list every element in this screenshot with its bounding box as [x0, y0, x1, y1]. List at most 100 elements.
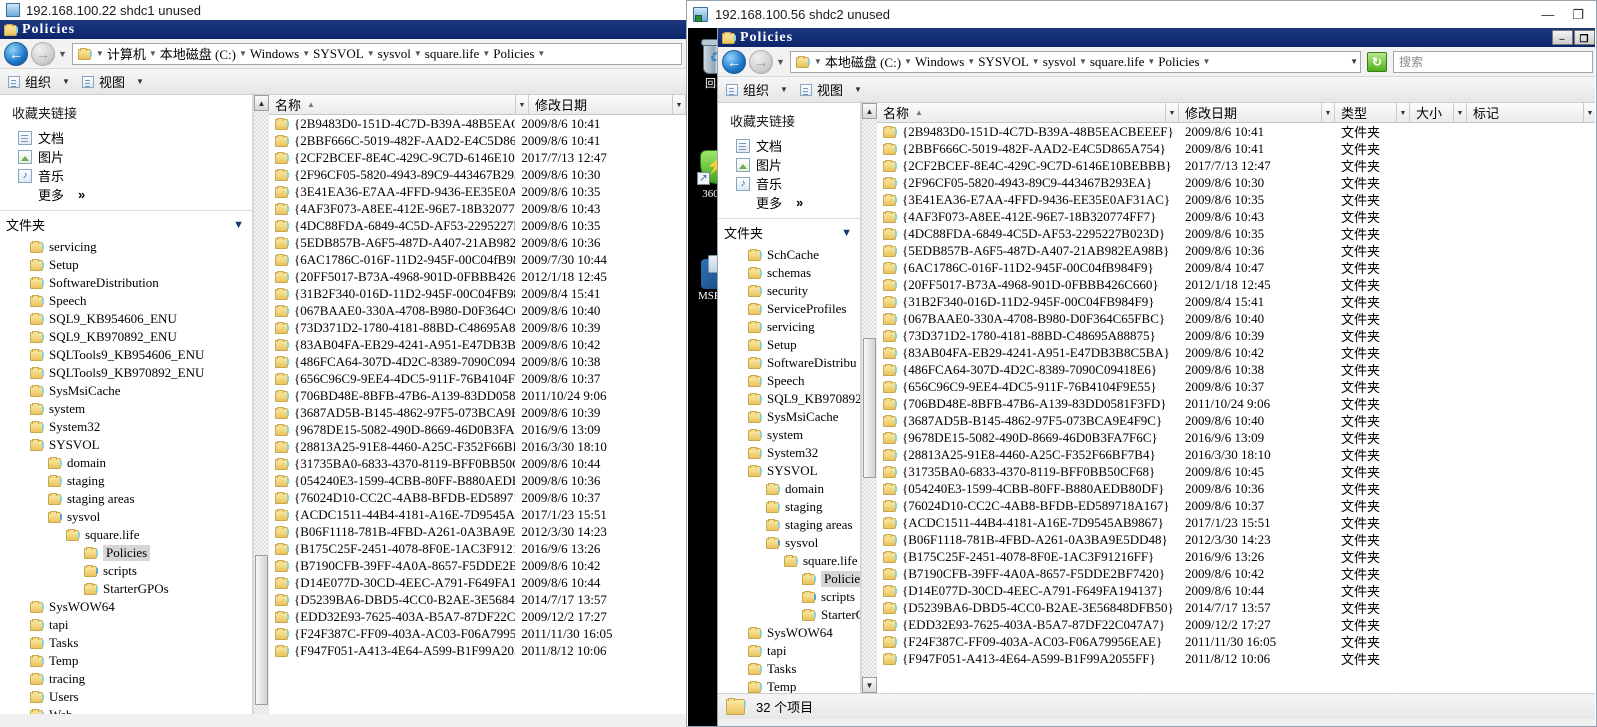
breadcrumb-separator-icon[interactable]: ▼ [536, 49, 546, 58]
table-row[interactable]: {D5239BA6-DBD5-4CC0-B2AE-3E56848DFB50} 20… [269, 591, 686, 608]
table-row[interactable]: {B175C25F-2451-4078-8F0E-1AC3F91216FF} 20… [269, 540, 686, 557]
column-filter-modified-icon[interactable]: ▼ [1321, 103, 1334, 122]
tree-node[interactable]: sysvol [0, 508, 252, 526]
table-row[interactable]: {2CF2BCEF-8E4C-429C-9C7D-6146E10BEBBB} 20… [877, 157, 1595, 174]
address-bar[interactable]: ▼ 本地磁盘 (C:) ▼ Windows ▼ SYSVOL ▼ sysvol ▼ square.… [789, 50, 1361, 73]
address-dropdown-icon[interactable]: ▼ [1346, 57, 1358, 66]
breadcrumb-item[interactable]: square.life [423, 46, 482, 62]
column-filter-name-icon[interactable]: ▼ [515, 95, 528, 114]
right-session-titlebar[interactable]: 192.168.100.56 shdc2 unused — ❐ [687, 1, 1596, 28]
refresh-button[interactable]: ↻ [1367, 51, 1387, 72]
folders-header-row[interactable]: 文件夹 ▼ [0, 211, 252, 238]
breadcrumb-item[interactable]: Policies [1156, 54, 1201, 70]
tree-node[interactable]: domain [0, 454, 252, 472]
table-row[interactable]: {28813A25-91E8-4460-A25C-F352F66BF7B4} 20… [269, 438, 686, 455]
tree-node[interactable]: scripts [718, 588, 860, 606]
favorite-item-more[interactable]: 更多 » [6, 185, 252, 204]
tree-node[interactable]: System32 [0, 418, 252, 436]
breadcrumb-separator-icon[interactable]: ▼ [413, 49, 423, 58]
column-header-tags[interactable]: 标记 ▼ [1467, 103, 1595, 122]
tree-node[interactable]: StarterGPOs [0, 580, 252, 598]
chevron-down-icon[interactable]: ▼ [841, 227, 852, 239]
table-row[interactable]: {706BD48E-8BFB-47B6-A139-83DD0581F3FD} 20… [269, 387, 686, 404]
table-row[interactable]: {2B9483D0-151D-4C7D-B39A-48B5EACBEEEF} 20… [877, 123, 1595, 140]
more-chevrons-icon[interactable]: » [796, 195, 803, 210]
table-row[interactable]: {3E41EA36-E7AA-4FFD-9436-EE35E0AF31AC} 20… [269, 183, 686, 200]
breadcrumb-separator-icon[interactable]: ▼ [903, 57, 913, 66]
breadcrumb-item[interactable]: SYSVOL [311, 46, 366, 62]
breadcrumb-item[interactable]: 计算机 [105, 44, 148, 63]
breadcrumb-separator-icon[interactable]: ▼ [966, 57, 976, 66]
table-row[interactable]: {2F96CF05-5820-4943-89C9-443467B293EA} 20… [877, 174, 1595, 191]
table-row[interactable]: {ACDC1511-44B4-4181-A16E-7D9545AB9867} 20… [877, 514, 1595, 531]
address-bar[interactable]: ▼ 计算机 ▼ 本地磁盘 (C:) ▼ Windows ▼ SYSVOL ▼ sysvol ▼ squ… [71, 42, 682, 65]
table-row[interactable]: {B06F1118-781B-4FBD-A261-0A3BA9E5DD48} 20… [877, 531, 1595, 548]
table-row[interactable]: {31B2F340-016D-11D2-945F-00C04FB984F9} 20… [269, 285, 686, 302]
tree-node[interactable]: Users [0, 688, 252, 706]
right-window-titlebar[interactable]: Policies – ❐ [718, 28, 1595, 47]
tree-node[interactable]: SQLTools9_KB954606_ENU [0, 346, 252, 364]
scroll-thumb[interactable] [255, 555, 268, 705]
table-row[interactable]: {4AF3F073-A8EE-412E-96E7-18B320774FF7} 20… [877, 208, 1595, 225]
table-row[interactable]: {31735BA0-6833-4370-8119-BFF0BB50CF68} 20… [269, 455, 686, 472]
breadcrumb-item[interactable]: 本地磁盘 (C:) [823, 52, 903, 71]
breadcrumb-separator-icon[interactable]: ▼ [95, 49, 105, 58]
tree-node[interactable]: staging [0, 472, 252, 490]
column-filter-type-icon[interactable]: ▼ [1396, 103, 1409, 122]
organize-button[interactable]: 组织 ▼ [8, 72, 70, 91]
breadcrumb-separator-icon[interactable]: ▼ [1078, 57, 1088, 66]
tree-node[interactable]: Tasks [718, 660, 860, 678]
column-header-name[interactable]: 名称 ▲ ▼ [877, 103, 1179, 122]
tree-node[interactable]: Policies [718, 570, 860, 588]
right-tree-scrollbar[interactable]: ▲ ▼ [861, 103, 877, 693]
tree-node[interactable]: SQL9_KB954606_ENU [0, 310, 252, 328]
table-row[interactable]: {73D371D2-1780-4181-88BD-C48695A88875} 20… [269, 319, 686, 336]
table-row[interactable]: {2B9483D0-151D-4C7D-B39A-48B5EACBEEEF} 20… [269, 115, 686, 132]
breadcrumb-separator-icon[interactable]: ▼ [1201, 57, 1211, 66]
scroll-thumb[interactable] [863, 338, 876, 478]
table-row[interactable]: {ACDC1511-44B4-4181-A16E-7D9545AB9867} 20… [269, 506, 686, 523]
left-session-titlebar[interactable]: 192.168.100.22 shdc1 unused [0, 0, 686, 20]
tree-node[interactable]: staging areas [0, 490, 252, 508]
table-row[interactable]: {067BAAE0-330A-4708-B980-D0F364C65FBC} 20… [269, 302, 686, 319]
breadcrumb-item[interactable]: SYSVOL [976, 54, 1031, 70]
tree-node[interactable]: Speech [718, 372, 860, 390]
tree-node[interactable]: StarterGPOs [718, 606, 860, 624]
tree-node[interactable]: Tasks [0, 634, 252, 652]
tree-node[interactable]: system [0, 400, 252, 418]
column-header-name[interactable]: 名称 ▲ ▼ [269, 95, 529, 114]
table-row[interactable]: {656C96C9-9EE4-4DC5-911F-76B4104F9E55} 20… [269, 370, 686, 387]
favorite-item-documents[interactable]: 文档 [6, 128, 252, 147]
tree-node[interactable]: Speech [0, 292, 252, 310]
table-row[interactable]: {76024D10-CC2C-4AB8-BFDB-ED589718A167} 20… [877, 497, 1595, 514]
tree-node[interactable]: Temp [718, 678, 860, 693]
right-file-rows[interactable]: {2B9483D0-151D-4C7D-B39A-48B5EACBEEEF} 20… [877, 123, 1595, 693]
column-header-modified[interactable]: 修改日期 ▼ [1179, 103, 1335, 122]
table-row[interactable]: {4AF3F073-A8EE-412E-96E7-18B320774FF7} 20… [269, 200, 686, 217]
tree-node[interactable]: system [718, 426, 860, 444]
tree-node[interactable]: square.life [718, 552, 860, 570]
column-filter-tags-icon[interactable]: ▼ [1583, 103, 1595, 122]
tree-node[interactable]: Web [0, 706, 252, 714]
organize-button[interactable]: 组织 ▼ [726, 80, 788, 99]
tree-node[interactable]: Setup [718, 336, 860, 354]
favorite-item-documents[interactable]: 文档 [724, 136, 860, 155]
tree-node[interactable]: SysWOW64 [718, 624, 860, 642]
folder-tree[interactable]: SchCache schemas security ServiceProfiles se… [718, 246, 860, 693]
tree-node[interactable]: ServiceProfiles [718, 300, 860, 318]
forward-button[interactable]: → [31, 41, 55, 66]
tree-node[interactable]: tapi [0, 616, 252, 634]
tree-node[interactable]: SysWOW64 [0, 598, 252, 616]
favorite-item-pictures[interactable]: 图片 [6, 147, 252, 166]
table-row[interactable]: {76024D10-CC2C-4AB8-BFDB-ED589718A167} 20… [269, 489, 686, 506]
breadcrumb-item[interactable]: Policies [491, 46, 536, 62]
column-header-size[interactable]: 大小 ▼ [1410, 103, 1467, 122]
tree-node[interactable]: staging areas [718, 516, 860, 534]
table-row[interactable]: {706BD48E-8BFB-47B6-A139-83DD0581F3FD} 20… [877, 395, 1595, 412]
session-maximize-button[interactable]: ❐ [1572, 7, 1584, 23]
more-chevrons-icon[interactable]: » [78, 187, 85, 202]
forward-button[interactable]: → [749, 49, 773, 74]
favorite-item-pictures[interactable]: 图片 [724, 155, 860, 174]
column-filter-modified-icon[interactable]: ▼ [672, 95, 685, 114]
back-button[interactable]: ← [4, 41, 28, 66]
